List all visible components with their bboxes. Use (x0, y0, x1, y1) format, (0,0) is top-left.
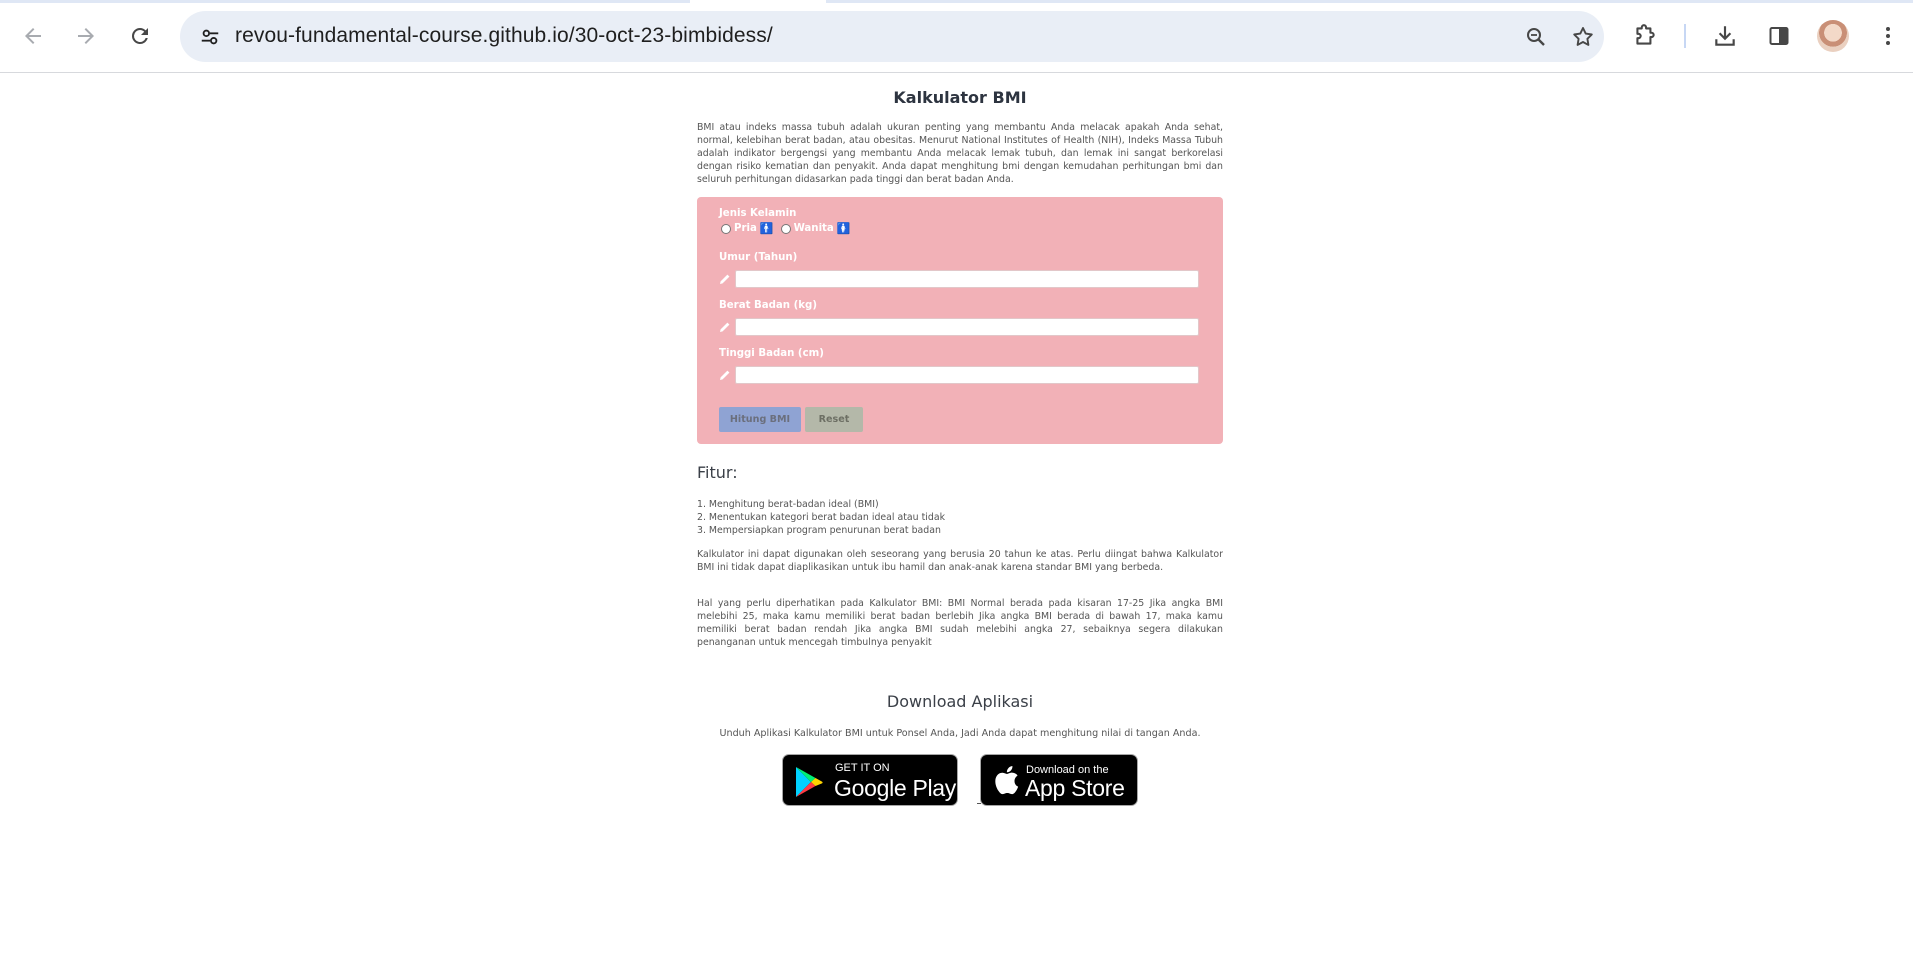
features-heading: Fitur: (697, 463, 738, 482)
zoom-button[interactable] (1521, 22, 1551, 52)
side-panel-icon (1769, 27, 1789, 45)
height-input[interactable] (735, 366, 1199, 384)
reload-button[interactable] (122, 18, 158, 54)
list-item: 3. Mempersiapkan program penurunan berat… (697, 525, 941, 536)
address-bar[interactable]: revou-fundamental-course.github.io/30-oc… (180, 11, 1604, 62)
radio-male[interactable] (721, 223, 731, 234)
gender-options: Pria 🚹 Wanita 🚺 (721, 222, 855, 235)
pencil-icon (720, 322, 730, 332)
downloads-button[interactable] (1707, 18, 1743, 54)
calculate-bmi-button[interactable]: Hitung BMI (719, 407, 801, 432)
age-input[interactable] (735, 270, 1199, 288)
notes-paragraph: Hal yang perlu diperhatikan pada Kalkula… (697, 598, 1223, 648)
forward-button[interactable] (68, 18, 104, 54)
site-info-button[interactable] (194, 21, 226, 53)
usage-paragraph: Kalkulator ini dapat digunakan oleh sese… (697, 549, 1223, 573)
back-button[interactable] (15, 18, 51, 54)
list-item: 2. Menentukan kategori berat badan ideal… (697, 512, 945, 523)
google-play-big-text: Google Play (834, 775, 956, 801)
female-symbol-icon: 🚺 (836, 222, 851, 235)
side-panel-button[interactable] (1761, 18, 1797, 54)
toolbar-divider (1684, 24, 1686, 48)
download-icon (1715, 26, 1735, 46)
back-arrow-icon (25, 28, 41, 44)
browser-toolbar: revou-fundamental-course.github.io/30-oc… (0, 0, 1913, 73)
bmi-form: Jenis Kelamin Pria 🚹 Wanita 🚺 Umur (Tahu… (697, 197, 1223, 444)
forward-arrow-icon (78, 28, 94, 44)
google-play-badge[interactable]: GET IT ON Google Play (782, 754, 958, 806)
apple-icon (995, 766, 1019, 795)
list-item: 1. Menghitung berat-badan ideal (BMI) (697, 499, 879, 510)
extensions-button[interactable] (1627, 18, 1663, 54)
weight-input[interactable] (735, 318, 1199, 336)
google-play-icon (796, 767, 823, 797)
bookmark-star-icon (1573, 27, 1593, 46)
reload-icon (132, 27, 148, 44)
zoom-icon (1527, 28, 1545, 46)
reset-button[interactable]: Reset (805, 407, 863, 432)
age-label: Umur (Tahun) (719, 252, 798, 263)
bookmark-button[interactable] (1568, 22, 1598, 52)
page-title: Kalkulator BMI (893, 88, 1027, 107)
download-heading: Download Aplikasi (886, 692, 1034, 711)
pencil-icon (720, 274, 730, 284)
more-menu-button[interactable] (1870, 18, 1906, 54)
features-list: 1. Menghitung berat-badan ideal (BMI) 2.… (697, 498, 945, 537)
male-label: Pria (734, 223, 757, 234)
app-store-badge[interactable]: Download on the App Store (980, 754, 1138, 806)
site-info-icon (201, 29, 219, 45)
tab-strip-edge (0, 0, 1913, 3)
female-label: Wanita (793, 223, 834, 234)
extensions-icon (1636, 24, 1655, 45)
app-store-big-text: App Store (1025, 775, 1125, 801)
url-text[interactable]: revou-fundamental-course.github.io/30-oc… (235, 24, 773, 48)
profile-avatar[interactable] (1817, 20, 1849, 52)
intro-paragraph: BMI atau indeks massa tubuh adalah ukura… (697, 122, 1223, 185)
male-symbol-icon: 🚹 (759, 222, 774, 235)
download-subtitle: Unduh Aplikasi Kalkulator BMI untuk Pons… (719, 728, 1201, 739)
more-menu-icon (1886, 27, 1890, 45)
pencil-icon (720, 370, 730, 380)
radio-female[interactable] (780, 223, 791, 234)
web-page: Kalkulator BMI BMI atau indeks massa tub… (0, 74, 1913, 958)
weight-label: Berat Badan (kg) (719, 300, 817, 311)
gender-label: Jenis Kelamin (719, 208, 797, 219)
google-play-small-text: GET IT ON (835, 762, 890, 774)
height-label: Tinggi Badan (cm) (719, 348, 824, 359)
